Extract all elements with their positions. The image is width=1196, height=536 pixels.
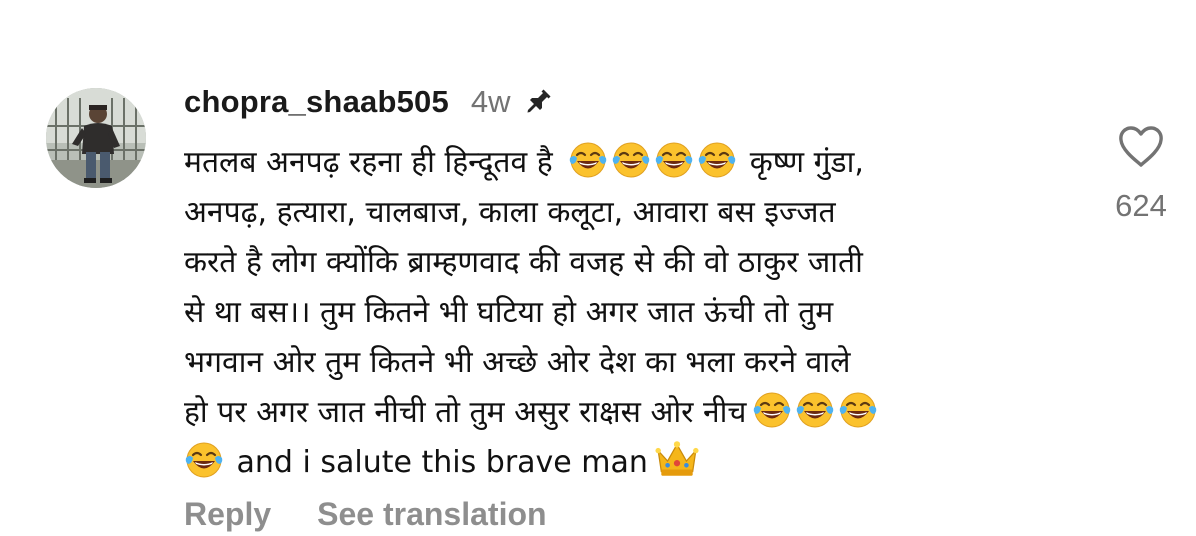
comment-item: chopra_shaab505 4w मतलब अनपढ़ रहना ही हि… (0, 0, 1196, 536)
face-with-tears-of-joy-icon (754, 392, 791, 428)
crown-icon (655, 441, 699, 476)
username-link[interactable]: chopra_shaab505 (184, 84, 449, 120)
comment-text-line: हो पर अगर जात नीची तो तुम असुर राक्षस ओर… (184, 388, 1064, 438)
comment-text-segment: अनपढ़, हत्यारा, चालबाज, काला कलूटा, आवार… (184, 195, 836, 230)
comment-text-segment: करते है लोग क्योंकि ब्राम्हणवाद की वजह स… (184, 245, 863, 280)
comment-text-segment: से था बस।। तुम कितने भी घटिया हो अगर जात… (184, 295, 834, 330)
face-with-tears-of-joy-icon (655, 142, 693, 178)
comment-text-line: करते है लोग क्योंकि ब्राम्हणवाद की वजह स… (184, 238, 1064, 288)
comment-meta: chopra_shaab505 4w (184, 80, 1064, 124)
face-with-tears-of-joy-icon (797, 392, 834, 428)
comment-text-segment: भगवान ओर तुम कितने भी अच्छे ओर देश का भल… (184, 345, 851, 380)
comment-text-line: अनपढ़, हत्यारा, चालबाज, काला कलूटा, आवार… (184, 188, 1064, 238)
face-with-tears-of-joy-icon (569, 142, 607, 178)
comment-text-segment: कृष्ण गुंडा, (740, 145, 864, 180)
face-with-tears-of-joy-icon (698, 142, 736, 178)
comment-text-line: and i salute this brave man (184, 438, 1064, 488)
see-translation-button[interactable]: See translation (317, 496, 546, 533)
comment-text-segment: and i salute this brave man (227, 445, 648, 480)
comment-body: chopra_shaab505 4w मतलब अनपढ़ रहना ही हि… (184, 80, 1064, 488)
comment-text-line: मतलब अनपढ़ रहना ही हिन्दूतव है कृष्ण गुं… (184, 138, 1064, 188)
heart-icon[interactable] (1106, 124, 1176, 168)
comment-text-segment: हो पर अगर जात नीची तो तुम असुर राक्षस ओर… (184, 395, 747, 430)
pin-icon (521, 85, 555, 119)
face-with-tears-of-joy-icon (840, 392, 877, 428)
face-with-tears-of-joy-icon (185, 442, 223, 478)
like-count: 624 (1115, 188, 1167, 223)
face-with-tears-of-joy-icon (612, 142, 650, 178)
avatar[interactable] (46, 88, 146, 188)
reply-button[interactable]: Reply (184, 496, 271, 533)
comment-text-line: से था बस।। तुम कितने भी घटिया हो अगर जात… (184, 288, 1064, 338)
comment-text-line: भगवान ओर तुम कितने भी अच्छे ओर देश का भल… (184, 338, 1064, 388)
comment-text: मतलब अनपढ़ रहना ही हिन्दूतव है कृष्ण गुं… (184, 138, 1064, 488)
timestamp: 4w (470, 84, 511, 119)
comment-actions: Reply See translation (184, 496, 547, 533)
like-group: 624 (1106, 124, 1176, 224)
comment-text-segment: मतलब अनपढ़ रहना ही हिन्दूतव है (184, 145, 563, 180)
